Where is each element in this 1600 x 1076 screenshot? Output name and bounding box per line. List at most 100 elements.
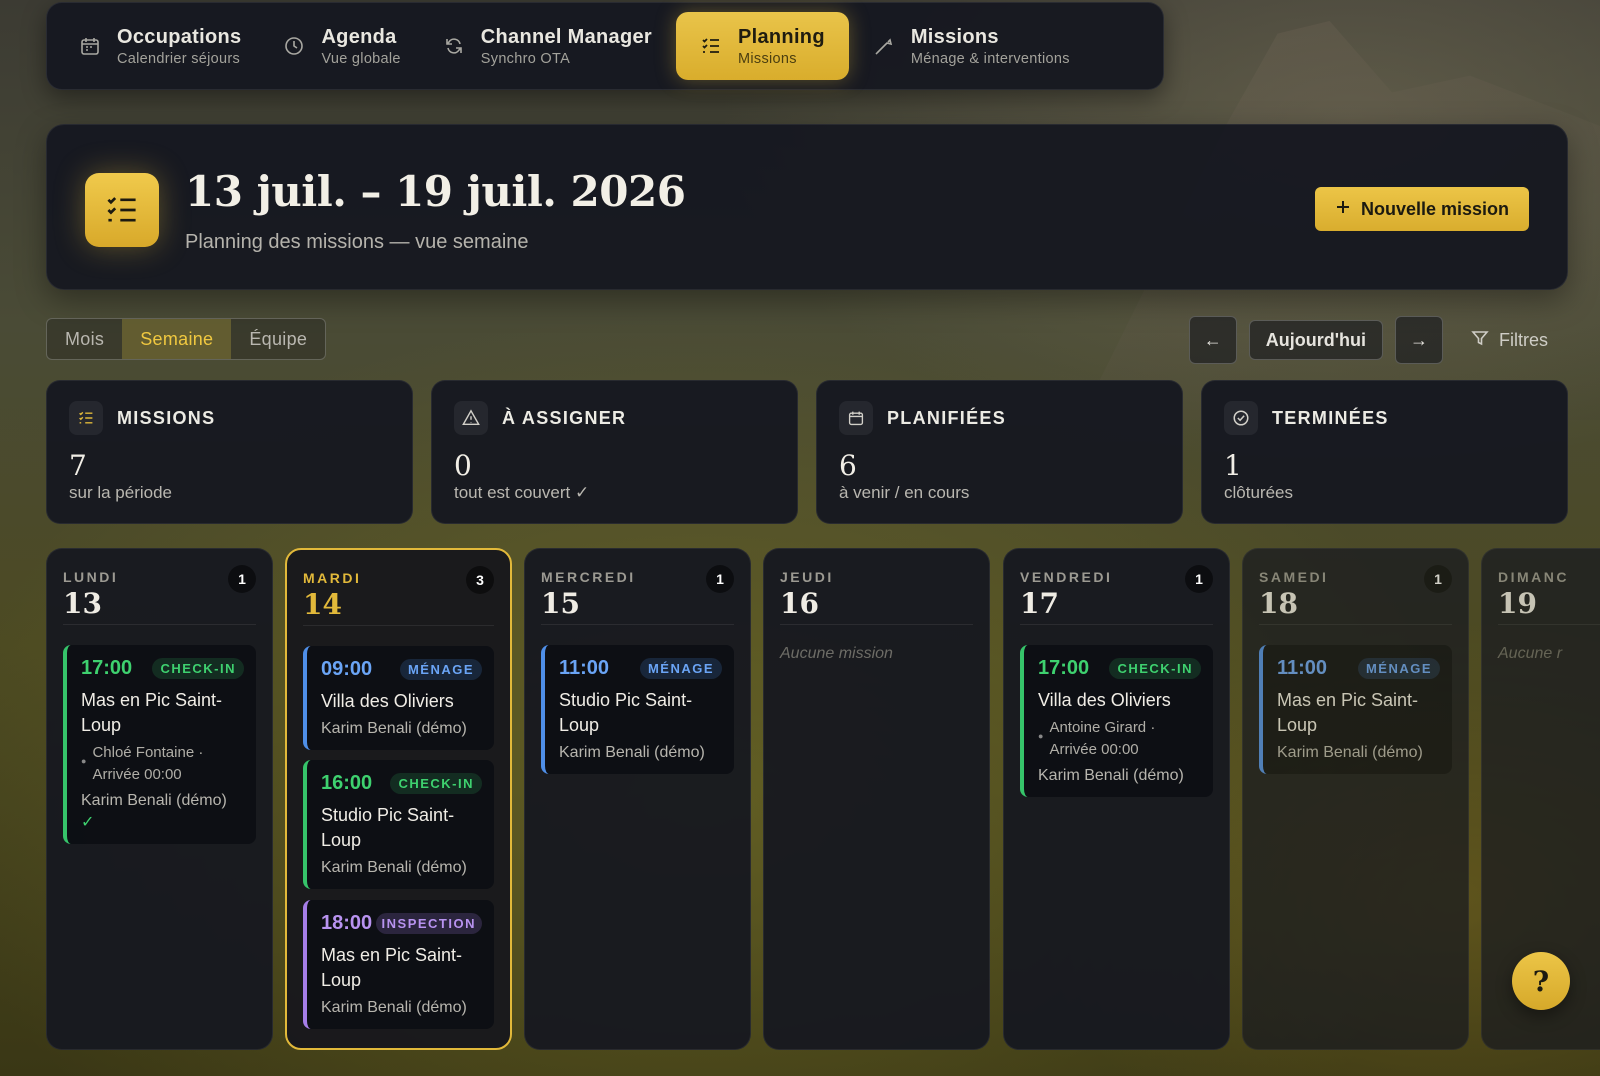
view-week-button[interactable]: Semaine: [122, 319, 232, 359]
nav-subtitle: Calendrier séjours: [117, 50, 241, 67]
mission-type-badge: CHECK-IN: [152, 658, 244, 679]
stat-label: À ASSIGNER: [502, 407, 627, 428]
mission-card[interactable]: 09:00 MÉNAGE Villa des Oliviers Karim Be…: [303, 646, 494, 750]
warning-icon: [454, 401, 488, 435]
day-number: 19: [1498, 587, 1537, 620]
stat-label: MISSIONS: [117, 407, 216, 428]
filter-icon: [1471, 329, 1489, 352]
mission-property: Mas en Pic Saint-Loup: [1277, 690, 1419, 735]
filters-button[interactable]: Filtres: [1455, 316, 1552, 364]
nav-subtitle: Missions: [738, 50, 797, 67]
checklist-icon: [85, 173, 159, 247]
mission-staff: Karim Benali (démo): [1277, 744, 1423, 761]
day-column-friday: VENDREDI 17 1 17:00 CHECK-IN Villa des O…: [1003, 548, 1230, 1050]
mission-time: 18:00: [321, 912, 373, 934]
stat-card-missions: MISSIONS 7 sur la période: [46, 380, 413, 524]
mission-card[interactable]: 17:00 CHECK-IN Mas en Pic Saint-Loup ● C…: [63, 645, 256, 844]
nav-subtitle: Ménage & interventions: [910, 50, 1070, 67]
stat-caption: à venir / en cours: [839, 483, 970, 502]
day-name: DIMANC: [1498, 569, 1569, 585]
no-mission-text: Aucune mission: [780, 645, 893, 662]
mission-property: Studio Pic Saint-Loup: [559, 690, 693, 735]
mission-property: Studio Pic Saint-Loup: [321, 805, 455, 850]
today-button[interactable]: Aujourd'hui: [1248, 320, 1383, 360]
stat-card-to-assign: À ASSIGNER 0 tout est couvert ✓: [431, 380, 798, 524]
mission-count-badge: 3: [466, 566, 494, 594]
help-button[interactable]: ?: [1512, 952, 1570, 1010]
page-header: 13 juil. – 19 juil. 2026 Planning des mi…: [46, 124, 1568, 290]
mission-type-badge: INSPECTION: [375, 913, 482, 934]
mission-count-badge: 1: [706, 565, 734, 593]
mission-time: 17:00: [1038, 657, 1090, 679]
mission-staff: Karim Benali (démo): [1038, 767, 1184, 784]
mission-count-badge: 1: [1424, 565, 1452, 593]
view-month-button[interactable]: Mois: [47, 319, 122, 359]
top-navigation: Occupations Calendrier séjours Agenda Vu…: [46, 2, 1164, 90]
mission-time: 11:00: [1277, 657, 1328, 679]
new-mission-button[interactable]: Nouvelle mission: [1314, 187, 1529, 231]
calendar-icon: [79, 35, 101, 57]
day-column-wednesday: MERCREDI 15 1 11:00 MÉNAGE Studio Pic Sa…: [524, 548, 751, 1050]
mission-count-badge: 1: [228, 565, 256, 593]
day-number: 14: [303, 588, 342, 621]
mission-property: Mas en Pic Saint-Loup: [321, 945, 463, 990]
plus-icon: [1335, 199, 1351, 220]
stat-label: PLANIFIÉES: [887, 407, 1007, 428]
next-week-button[interactable]: →: [1395, 316, 1443, 364]
stat-value: 0: [454, 449, 472, 482]
nav-channel-manager[interactable]: Channel Manager Synchro OTA: [425, 12, 670, 80]
day-column-saturday: SAMEDI 18 1 11:00 MÉNAGE Mas en Pic Sain…: [1242, 548, 1469, 1050]
stat-caption: clôturées: [1224, 483, 1293, 502]
mission-property: Mas en Pic Saint-Loup: [81, 690, 223, 735]
stat-caption: tout est couvert ✓: [454, 483, 590, 502]
mission-card[interactable]: 18:00 INSPECTION Mas en Pic Saint-Loup K…: [303, 900, 494, 1029]
check-circle-icon: [1224, 401, 1258, 435]
mission-staff: Karim Benali (démo): [321, 859, 467, 876]
mission-property: Villa des Oliviers: [1038, 690, 1171, 710]
day-number: 18: [1259, 587, 1298, 620]
nav-subtitle: Synchro OTA: [480, 50, 571, 67]
tool-icon: [873, 35, 895, 57]
mission-card[interactable]: 16:00 CHECK-IN Studio Pic Saint-Loup Kar…: [303, 760, 494, 889]
previous-week-button[interactable]: ←: [1188, 316, 1237, 364]
nav-occupations[interactable]: Occupations Calendrier séjours: [79, 12, 259, 80]
day-number: 16: [780, 587, 819, 620]
day-column-thursday: JEUDI 16 Aucune mission: [763, 548, 990, 1050]
mission-type-badge: CHECK-IN: [1109, 658, 1201, 679]
mission-card[interactable]: 17:00 CHECK-IN Villa des Oliviers ● Anto…: [1020, 645, 1213, 797]
nav-planning[interactable]: Planning Missions: [676, 12, 849, 80]
mission-card[interactable]: 11:00 MÉNAGE Studio Pic Saint-Loup Karim…: [541, 645, 734, 774]
nav-title: Channel Manager: [480, 25, 652, 48]
nav-missions[interactable]: Missions Ménage & interventions: [855, 12, 1088, 80]
day-name: JEUDI: [780, 569, 834, 585]
nav-agenda[interactable]: Agenda Vue globale: [265, 12, 418, 80]
day-column-monday: LUNDI 13 1 17:00 CHECK-IN Mas en Pic Sai…: [46, 548, 273, 1050]
mission-count-badge: 1: [1185, 565, 1213, 593]
mission-staff: Karim Benali (démo): [559, 744, 705, 761]
sync-icon: [443, 35, 465, 57]
mission-property: Villa des Oliviers: [321, 691, 454, 711]
stat-value: 1: [1224, 449, 1242, 482]
stat-caption: sur la période: [69, 483, 173, 502]
stat-label: TERMINÉES: [1272, 407, 1389, 428]
nav-title: Agenda: [321, 25, 397, 48]
view-team-button[interactable]: Équipe: [231, 319, 325, 359]
mission-staff: Karim Benali (démo): [321, 720, 467, 737]
date-toolbar: ← Aujourd'hui → Filtres: [1188, 316, 1552, 364]
stat-card-completed: TERMINÉES 1 clôturées: [1201, 380, 1568, 524]
mission-type-badge: MÉNAGE: [1357, 658, 1440, 679]
check-icon: ✓: [81, 814, 95, 831]
nav-subtitle: Vue globale: [321, 50, 401, 67]
day-number: 13: [63, 587, 102, 620]
stat-value: 6: [839, 449, 857, 482]
mission-card[interactable]: 11:00 MÉNAGE Mas en Pic Saint-Loup Karim…: [1259, 645, 1452, 774]
checklist-icon: [69, 401, 103, 435]
calendar-icon: [839, 401, 873, 435]
mission-guest: Antoine Girard · Arrivée 00:00: [1049, 719, 1156, 758]
mission-time: 11:00: [559, 657, 610, 679]
checklist-icon: [700, 35, 722, 57]
mission-time: 09:00: [321, 658, 373, 680]
page-subtitle: Planning des missions — vue semaine: [185, 231, 529, 253]
mission-time: 16:00: [321, 772, 373, 794]
guest-icon: ●: [1038, 731, 1044, 741]
